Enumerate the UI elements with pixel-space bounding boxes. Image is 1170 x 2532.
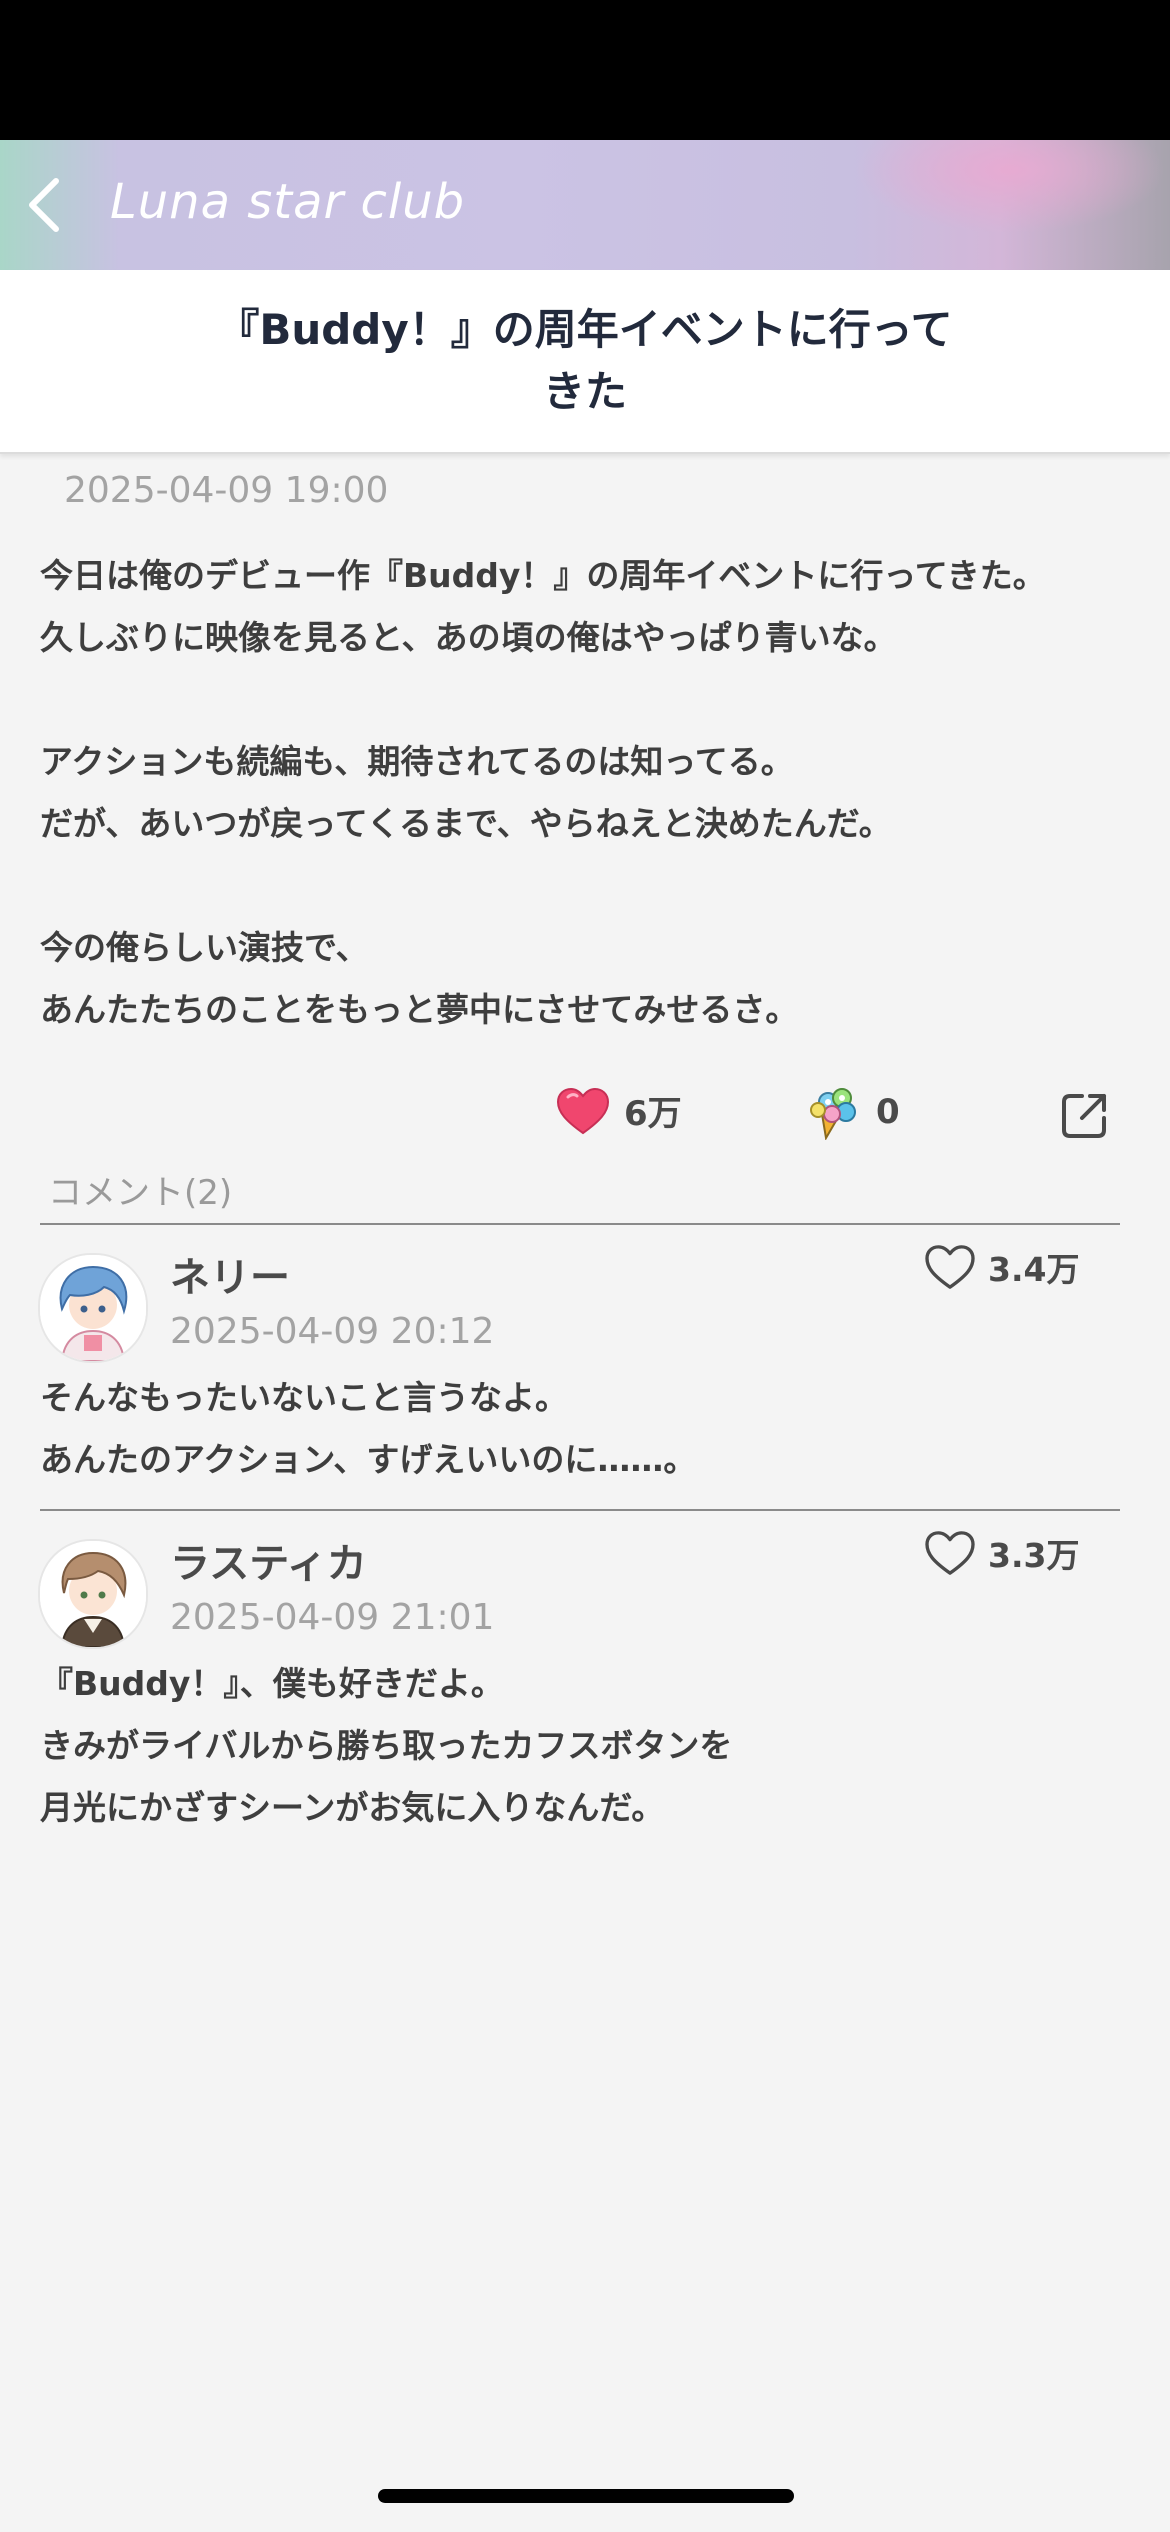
share-button[interactable] — [1056, 1088, 1112, 1144]
post-body-blank-line — [40, 855, 1130, 917]
post-body: 今日は俺のデビュー作『Buddy！』の周年イベントに行ってきた。 久しぶりに映像… — [40, 545, 1130, 1041]
post-title-bar: 『Buddy！』の周年イベントに行ってきた — [0, 270, 1170, 454]
flower-bouquet-icon — [810, 1088, 856, 1140]
comment-like-button[interactable]: 3.4万 — [924, 1243, 1079, 1291]
avatar[interactable] — [38, 1253, 148, 1363]
comment-text-line: 『Buddy！』、僕も好きだよ。 — [40, 1664, 504, 1703]
comment-text-line: 月光にかざすシーンがお気に入りなんだ。 — [40, 1788, 665, 1827]
avatar-icon — [40, 1255, 146, 1361]
avatar-icon — [40, 1541, 146, 1647]
post-body-line: 久しぶりに映像を見ると、あの頃の俺はやっぱり青いな。 — [40, 618, 897, 657]
like-count: 6万 — [624, 1094, 682, 1134]
comment-item: ネリー 2025-04-09 20:12 3.4万 そんなもったいないこと言うな… — [0, 1225, 1170, 1510]
comment-author: ラスティカ — [170, 1541, 367, 1587]
comment-text-line: そんなもったいないこと言うなよ。 — [40, 1378, 568, 1417]
comment-like-count: 3.4万 — [988, 1250, 1080, 1289]
heart-outline-icon — [925, 1531, 975, 1575]
club-title: Luna star club — [110, 174, 466, 230]
gift-button[interactable]: 0 — [806, 1084, 900, 1140]
home-indicator[interactable] — [378, 2489, 794, 2503]
post-date: 2025-04-09 19:00 — [64, 470, 389, 511]
back-button[interactable] — [14, 170, 74, 240]
heart-outline-icon — [925, 1245, 975, 1289]
post-body-line: アクションも続編も、期待されてるのは知ってる。 — [40, 742, 794, 781]
post-body-line: 今の俺らしい演技で、 — [40, 928, 369, 967]
comments-header: コメント(2) — [48, 1173, 233, 1213]
comment-date: 2025-04-09 20:12 — [170, 1311, 495, 1352]
comment-item: ラスティカ 2025-04-09 21:01 3.3万 『Buddy！』、僕も好… — [0, 1511, 1170, 1851]
avatar[interactable] — [38, 1539, 148, 1649]
post-body-line: だが、あいつが戻ってくるまで、やらねえと決めたんだ。 — [40, 804, 892, 843]
share-external-icon — [1062, 1094, 1106, 1138]
comment-text-line: きみがライバルから勝ち取ったカフスボタンを — [40, 1726, 733, 1765]
chevron-left-icon — [29, 178, 59, 232]
post-title: 『Buddy！』の周年イベントに行ってきた — [217, 305, 953, 416]
comment-date: 2025-04-09 21:01 — [170, 1597, 495, 1638]
app-header: Luna star club — [0, 140, 1170, 270]
comment-like-count: 3.3万 — [988, 1536, 1080, 1575]
like-button[interactable]: 6万 — [556, 1086, 682, 1135]
status-bar — [0, 0, 1170, 140]
comment-text: そんなもったいないこと言うなよ。 あんたのアクション、すげえいいのに……。 — [40, 1367, 1130, 1491]
post-actions: 6万 0 — [0, 1080, 1170, 1144]
heart-filled-icon — [556, 1087, 610, 1134]
comment-text: 『Buddy！』、僕も好きだよ。 きみがライバルから勝ち取ったカフスボタンを 月… — [40, 1653, 1130, 1839]
post-body-line: あんたたちのことをもっと夢中にさせてみせるさ。 — [40, 990, 799, 1029]
comment-text-line: あんたのアクション、すげえいいのに……。 — [40, 1440, 697, 1479]
comment-like-button[interactable]: 3.3万 — [924, 1529, 1079, 1577]
gift-count: 0 — [876, 1092, 900, 1132]
post-body-line: 今日は俺のデビュー作『Buddy！』の周年イベントに行ってきた。 — [40, 556, 1046, 595]
post-body-blank-line — [40, 669, 1130, 731]
comment-author: ネリー — [170, 1255, 290, 1301]
